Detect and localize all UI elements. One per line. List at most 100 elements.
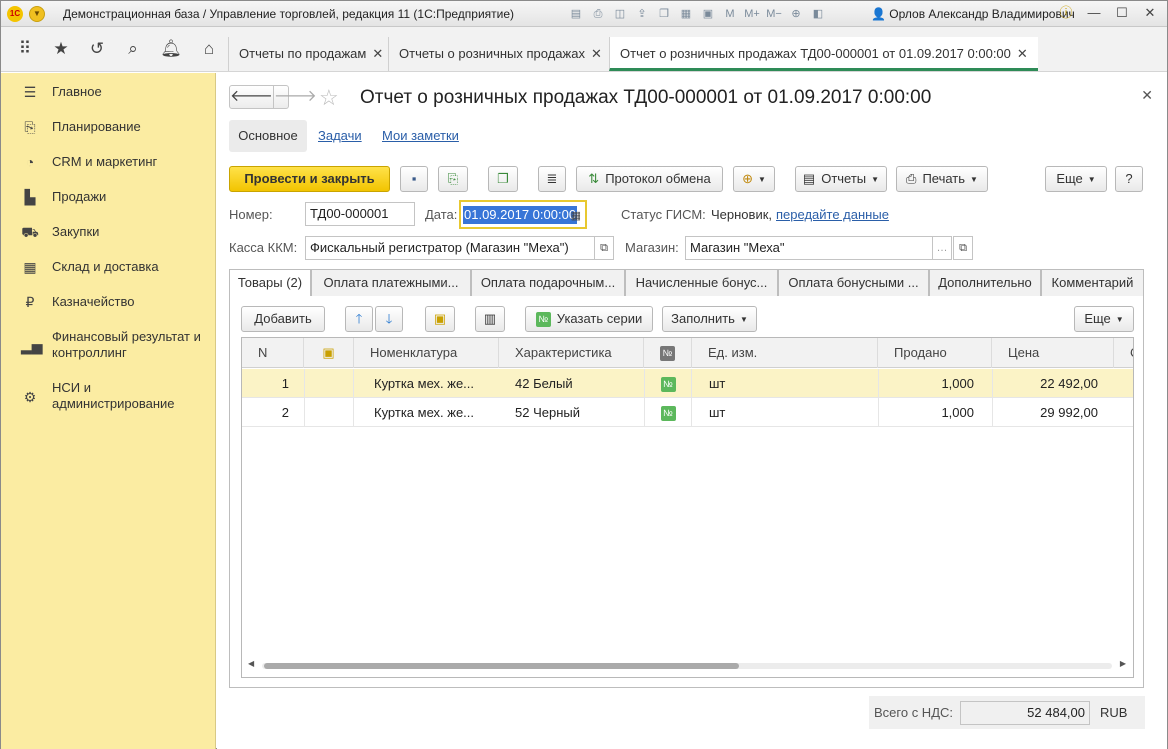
- barcode-icon[interactable]: ▥: [475, 306, 505, 332]
- scroll-right-icon[interactable]: ▶: [1120, 659, 1126, 668]
- save-icon[interactable]: ▤: [567, 5, 585, 23]
- history-icon[interactable]: ↺: [85, 37, 109, 61]
- tab-accrued-bonuses[interactable]: Начисленные бонус...: [625, 269, 778, 297]
- pick-items-icon[interactable]: ▣: [425, 306, 455, 332]
- search-icon[interactable]: ⌕: [121, 37, 145, 61]
- close-form-icon[interactable]: ✕: [1141, 87, 1153, 104]
- open-kkm-icon[interactable]: ⧉: [594, 236, 614, 260]
- sidebar-item-crm[interactable]: ◔ CRM и маркетинг: [1, 153, 216, 183]
- col-unit[interactable]: Ед. изм.: [692, 338, 878, 368]
- tab-current-report[interactable]: Отчет о розничных продажах ТД00-000001 о…: [609, 37, 1038, 71]
- horizontal-scrollbar[interactable]: ◀ ▶: [248, 659, 1126, 670]
- favorites-star-icon[interactable]: ★: [49, 37, 73, 61]
- sidebar-item-treasury[interactable]: ₽ Казначейство: [1, 293, 216, 323]
- dropdown-arrow-icon: ▼: [1087, 174, 1096, 184]
- store-label: Магазин:: [625, 240, 679, 255]
- col-status[interactable]: ▣: [304, 338, 354, 368]
- sidebar-item-warehouse[interactable]: ▦ Склад и доставка: [1, 258, 216, 288]
- print-icon[interactable]: ⎙: [589, 5, 607, 23]
- col-characteristic[interactable]: Характеристика: [499, 338, 644, 368]
- calendar-icon[interactable]: ▦: [571, 205, 581, 227]
- warehouse-icon: ▦: [23, 259, 37, 275]
- sidebar-item-admin[interactable]: ⚙ НСИ и администрирование: [1, 379, 216, 419]
- table-row[interactable]: 2 Куртка мех. же... 52 Черный № шт 1,000…: [242, 398, 1133, 427]
- upload-icon[interactable]: ⇪: [633, 5, 651, 23]
- save-button[interactable]: ▪: [400, 166, 428, 192]
- panel-icon[interactable]: ◧: [809, 5, 827, 23]
- tab-comment[interactable]: Комментарий: [1041, 269, 1144, 297]
- maximize-button[interactable]: ☐: [1113, 4, 1131, 22]
- help-button[interactable]: ?: [1115, 166, 1143, 192]
- memory-m-icon[interactable]: M: [721, 5, 739, 23]
- tab-goods[interactable]: Товары (2): [229, 269, 311, 297]
- subtab-tasks[interactable]: Задачи: [318, 120, 362, 152]
- calculator-icon[interactable]: ▦: [677, 5, 695, 23]
- open-store-icon[interactable]: ⧉: [953, 236, 973, 260]
- close-tab-icon[interactable]: ✕: [1017, 46, 1028, 61]
- notifications-bell-icon[interactable]: 🔔︎: [159, 37, 183, 61]
- sidebar-item-sales[interactable]: ▙ Продажи: [1, 188, 216, 218]
- move-up-icon[interactable]: 🡑: [345, 306, 373, 332]
- zoom-icon[interactable]: ⊕: [787, 5, 805, 23]
- tab-card-payments[interactable]: Оплата платежными...: [311, 269, 471, 297]
- subtab-main[interactable]: Основное: [229, 120, 307, 152]
- info-icon[interactable]: ⓘ: [1057, 4, 1075, 22]
- col-series[interactable]: №: [644, 338, 692, 368]
- exchange-log-button[interactable]: ⇅ Протокол обмена: [576, 166, 723, 192]
- apps-grid-icon[interactable]: ⠿: [13, 37, 37, 61]
- forward-arrow-icon[interactable]: 🡒: [272, 86, 317, 108]
- list-button[interactable]: ≣: [538, 166, 566, 192]
- close-tab-icon[interactable]: ✕: [372, 46, 383, 61]
- add-button[interactable]: Добавить: [241, 306, 325, 332]
- col-more[interactable]: С: [1114, 338, 1133, 368]
- kkm-field[interactable]: Фискальный регистратор (Магазин "Меха"): [305, 236, 595, 260]
- tab-additional[interactable]: Дополнительно: [929, 269, 1041, 297]
- goods-more-button[interactable]: Еще ▼: [1074, 306, 1134, 332]
- tab-sales-reports[interactable]: Отчеты по продажам ✕: [228, 37, 393, 71]
- create-based-on-button[interactable]: ⊕ ▼: [733, 166, 775, 192]
- favorite-star-icon[interactable]: ☆: [319, 85, 339, 111]
- main-menu-button[interactable]: ▼: [29, 6, 45, 22]
- select-store-icon[interactable]: …: [932, 236, 952, 260]
- number-field[interactable]: ТД00-000001: [305, 202, 415, 226]
- back-arrow-icon[interactable]: 🡐: [230, 86, 273, 108]
- home-icon[interactable]: ⌂: [197, 37, 221, 61]
- col-nomenclature[interactable]: Номенклатура: [354, 338, 499, 368]
- tab-gift-payments[interactable]: Оплата подарочным...: [471, 269, 625, 297]
- subtab-notes[interactable]: Мои заметки: [382, 120, 459, 152]
- tab-bonus-payments[interactable]: Оплата бонусными ...: [778, 269, 929, 297]
- col-price[interactable]: Цена: [992, 338, 1114, 368]
- move-down-icon[interactable]: 🡓: [375, 306, 403, 332]
- close-tab-icon[interactable]: ✕: [591, 46, 602, 61]
- memory-plus-icon[interactable]: M+: [743, 5, 761, 23]
- post-button[interactable]: ⎘: [438, 166, 468, 192]
- copy-document-button[interactable]: ❐: [488, 166, 518, 192]
- col-n[interactable]: N: [242, 338, 304, 368]
- sidebar-item-main[interactable]: ☰ Главное: [1, 83, 216, 113]
- sidebar-item-planning[interactable]: ⎘ Планирование: [1, 118, 216, 148]
- store-field[interactable]: Магазин "Меха": [685, 236, 933, 260]
- copy-green-icon: ❐: [497, 171, 509, 186]
- post-and-close-button[interactable]: Провести и закрыть: [229, 166, 390, 192]
- fill-button[interactable]: Заполнить ▼: [662, 306, 757, 332]
- scroll-left-icon[interactable]: ◀: [248, 659, 254, 668]
- calendar-icon[interactable]: ▣: [699, 5, 717, 23]
- scrollbar-thumb[interactable]: [264, 663, 739, 669]
- minimize-button[interactable]: —: [1085, 4, 1103, 22]
- send-data-link[interactable]: передайте данные: [776, 207, 889, 222]
- user-name[interactable]: 👤 Орлов Александр Владимирович: [871, 7, 1075, 21]
- sidebar-item-purchases[interactable]: ⛟ Закупки: [1, 223, 216, 253]
- date-field[interactable]: 01.09.2017 0:00:00 ▦: [459, 200, 587, 229]
- specify-series-button[interactable]: № Указать серии: [525, 306, 653, 332]
- table-row[interactable]: 1 Куртка мех. же... 42 Белый № шт 1,000 …: [242, 369, 1133, 398]
- memory-minus-icon[interactable]: M−: [765, 5, 783, 23]
- col-sold[interactable]: Продано: [878, 338, 992, 368]
- copy-icon[interactable]: ❐: [655, 5, 673, 23]
- print-button[interactable]: ⎙ Печать ▼: [896, 166, 988, 192]
- tab-retail-sales-reports[interactable]: Отчеты о розничных продажах ✕: [388, 37, 612, 71]
- more-button[interactable]: Еще ▼: [1045, 166, 1107, 192]
- sidebar-item-finance[interactable]: ▂▅ Финансовый результат и контроллинг: [1, 328, 216, 368]
- reports-button[interactable]: ▤ Отчеты ▼: [795, 166, 887, 192]
- preview-icon[interactable]: ◫: [611, 5, 629, 23]
- close-window-button[interactable]: ✕: [1141, 4, 1159, 22]
